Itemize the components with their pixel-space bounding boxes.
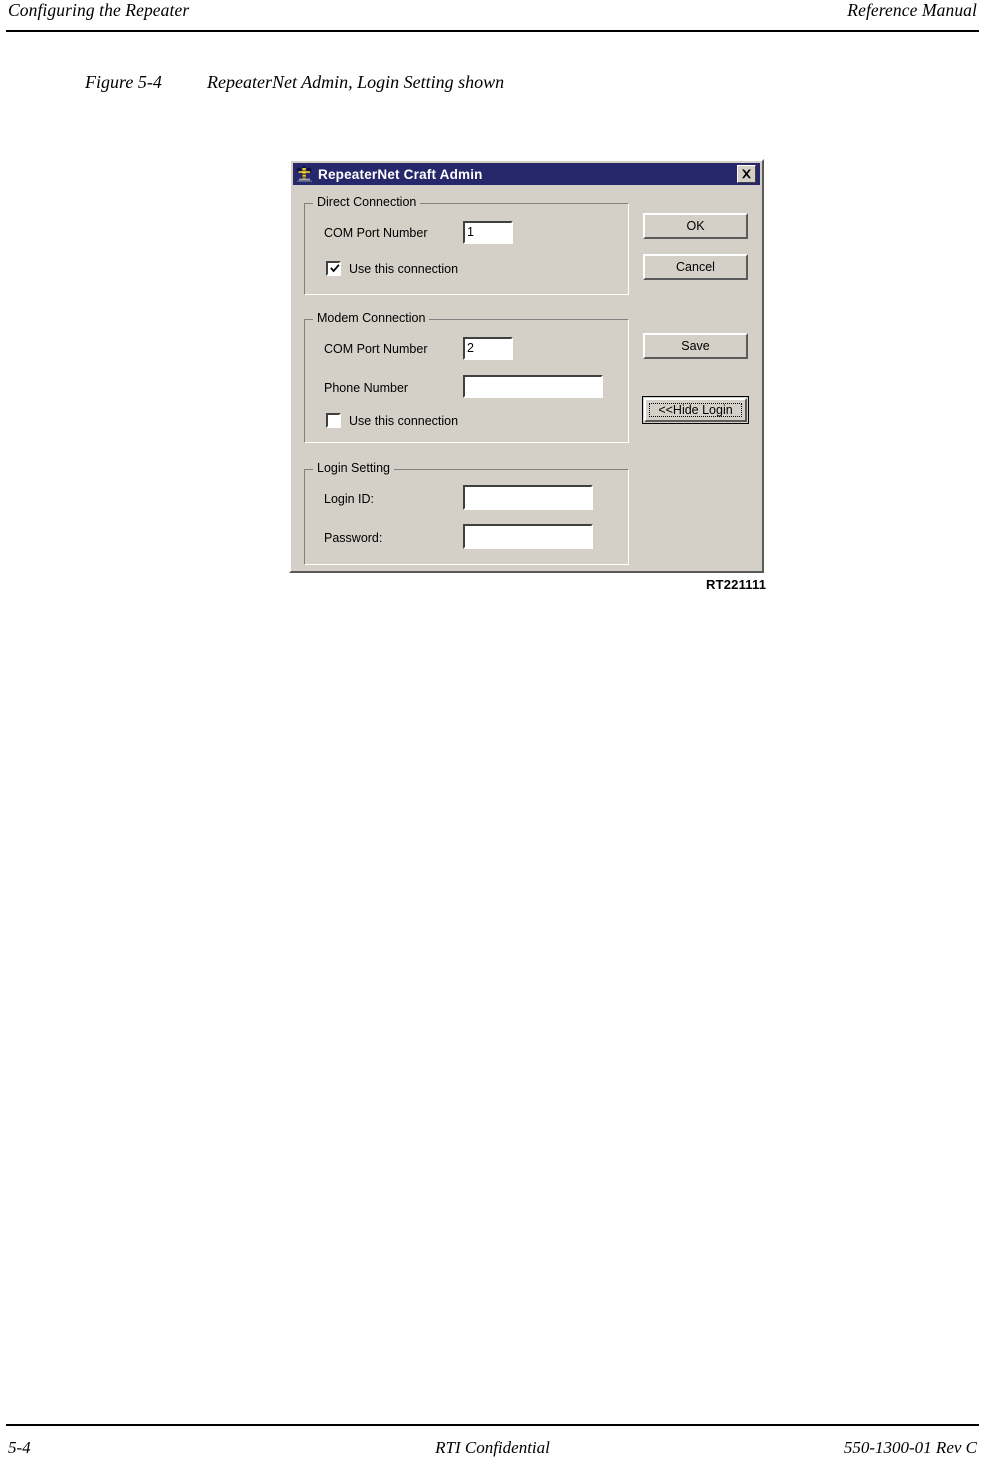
cancel-button[interactable]: Cancel xyxy=(643,254,748,280)
figure-caption-text: RepeaterNet Admin, Login Setting shown xyxy=(207,72,505,92)
checkbox-direct-use-connection[interactable] xyxy=(326,261,341,276)
ok-button[interactable]: OK xyxy=(643,213,748,239)
footer-divider xyxy=(6,1424,979,1426)
footer-document-id: 550-1300-01 Rev C xyxy=(843,1438,977,1457)
label-login-id: Login ID: xyxy=(324,492,375,506)
label-modem-com-port: COM Port Number xyxy=(324,342,428,356)
checkbox-modem-use-connection[interactable] xyxy=(326,413,341,428)
header-left-text: Configuring the Repeater xyxy=(8,0,190,20)
input-login-id[interactable] xyxy=(463,485,593,510)
checkmark-icon xyxy=(330,264,340,273)
page-header: Configuring the Repeater Reference Manua… xyxy=(0,0,985,34)
label-direct-com-port: COM Port Number xyxy=(324,226,428,240)
label-password: Password: xyxy=(324,531,383,545)
input-direct-com-port[interactable]: 1 xyxy=(463,221,513,244)
label-modem-phone-number: Phone Number xyxy=(324,381,409,395)
figure-id-code: RT221111 xyxy=(706,577,767,592)
group-direct-connection-legend: Direct Connection xyxy=(313,195,421,209)
close-x-glyph xyxy=(742,169,751,179)
hide-login-button[interactable]: <<Hide Login xyxy=(642,396,749,424)
group-modem-connection-legend: Modem Connection xyxy=(313,311,430,325)
input-modem-phone-number[interactable] xyxy=(463,375,603,398)
footer-confidential: RTI Confidential xyxy=(435,1438,550,1457)
checkbox-direct-use-connection-row[interactable]: Use this connection xyxy=(326,261,458,276)
checkbox-direct-use-connection-label: Use this connection xyxy=(349,261,459,276)
figure-number: Figure 5-4 xyxy=(85,72,162,92)
input-password[interactable] xyxy=(463,524,593,549)
checkbox-modem-use-connection-label: Use this connection xyxy=(349,413,459,428)
group-login-setting: Login Setting xyxy=(304,461,629,565)
header-right-text: Reference Manual xyxy=(847,0,977,20)
close-icon[interactable] xyxy=(737,165,756,183)
header-divider xyxy=(6,30,979,32)
save-button[interactable]: Save xyxy=(643,333,748,359)
figure-caption: Figure 5-4 RepeaterNet Admin, Login Setti… xyxy=(85,72,504,93)
dialog-titlebar[interactable]: RepeaterNet Craft Admin xyxy=(293,163,760,185)
repeaternet-craft-admin-dialog: RepeaterNet Craft Admin Direct Connectio… xyxy=(289,159,764,573)
group-direct-connection: Direct Connection xyxy=(304,195,629,295)
input-modem-com-port[interactable]: 2 xyxy=(463,337,513,360)
repeater-tower-icon xyxy=(296,165,313,183)
hide-login-button-face: <<Hide Login xyxy=(644,398,747,422)
group-login-setting-legend: Login Setting xyxy=(313,461,394,475)
checkbox-modem-use-connection-row[interactable]: Use this connection xyxy=(326,413,458,428)
hide-login-button-label: <<Hide Login xyxy=(649,403,742,417)
dialog-title: RepeaterNet Craft Admin xyxy=(318,166,483,182)
